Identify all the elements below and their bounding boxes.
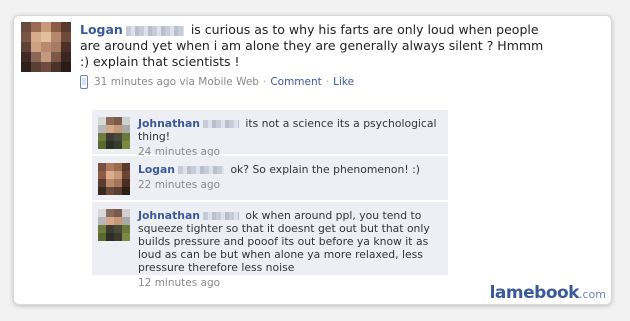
pixelated-photo [98,209,130,241]
pixelated-photo [98,117,130,149]
watermark-logo: lamebook.com [490,283,606,303]
comment-time: 22 minutes ago [138,179,221,191]
comment-item: Johnathan its not a science its a psycho… [92,110,448,158]
redacted-surname [178,166,224,174]
pixelated-photo [21,22,71,72]
comment-item: Logan ok? So explain the phenomenon! :) … [92,156,448,200]
avatar[interactable] [98,117,130,149]
avatar[interactable] [21,22,71,72]
watermark-brand: lamebook [489,283,580,303]
redacted-surname [202,120,239,128]
redacted-surname [125,25,184,36]
like-link[interactable]: Like [333,76,354,88]
comment-list: Johnathan its not a science its a psycho… [92,110,448,289]
comment-author[interactable]: Johnathan [138,209,200,222]
separator: · [262,76,267,88]
comment-author[interactable]: Logan [138,163,175,176]
avatar[interactable] [98,163,130,195]
comment-time: 12 minutes ago [138,277,221,289]
separator: · [325,76,330,88]
post-time: 31 minutes ago via Mobile Web [94,76,259,88]
post-body: Logan is curious as to why his farts are… [80,22,545,70]
comment-text: ok? So explain the phenomenon! :) [230,163,420,176]
post-author[interactable]: Logan [80,22,123,37]
post-meta: 31 minutes ago via Mobile Web · Comment … [80,75,354,89]
comment-item: Johnathan ok when around ppl, you tend t… [92,202,448,289]
avatar[interactable] [98,209,130,241]
watermark-tld: .com [579,288,606,301]
pixelated-photo [98,163,130,195]
mobile-phone-icon [80,75,88,89]
redacted-surname [202,212,239,220]
comment-link[interactable]: Comment [270,76,321,88]
comment-author[interactable]: Johnathan [138,117,200,130]
